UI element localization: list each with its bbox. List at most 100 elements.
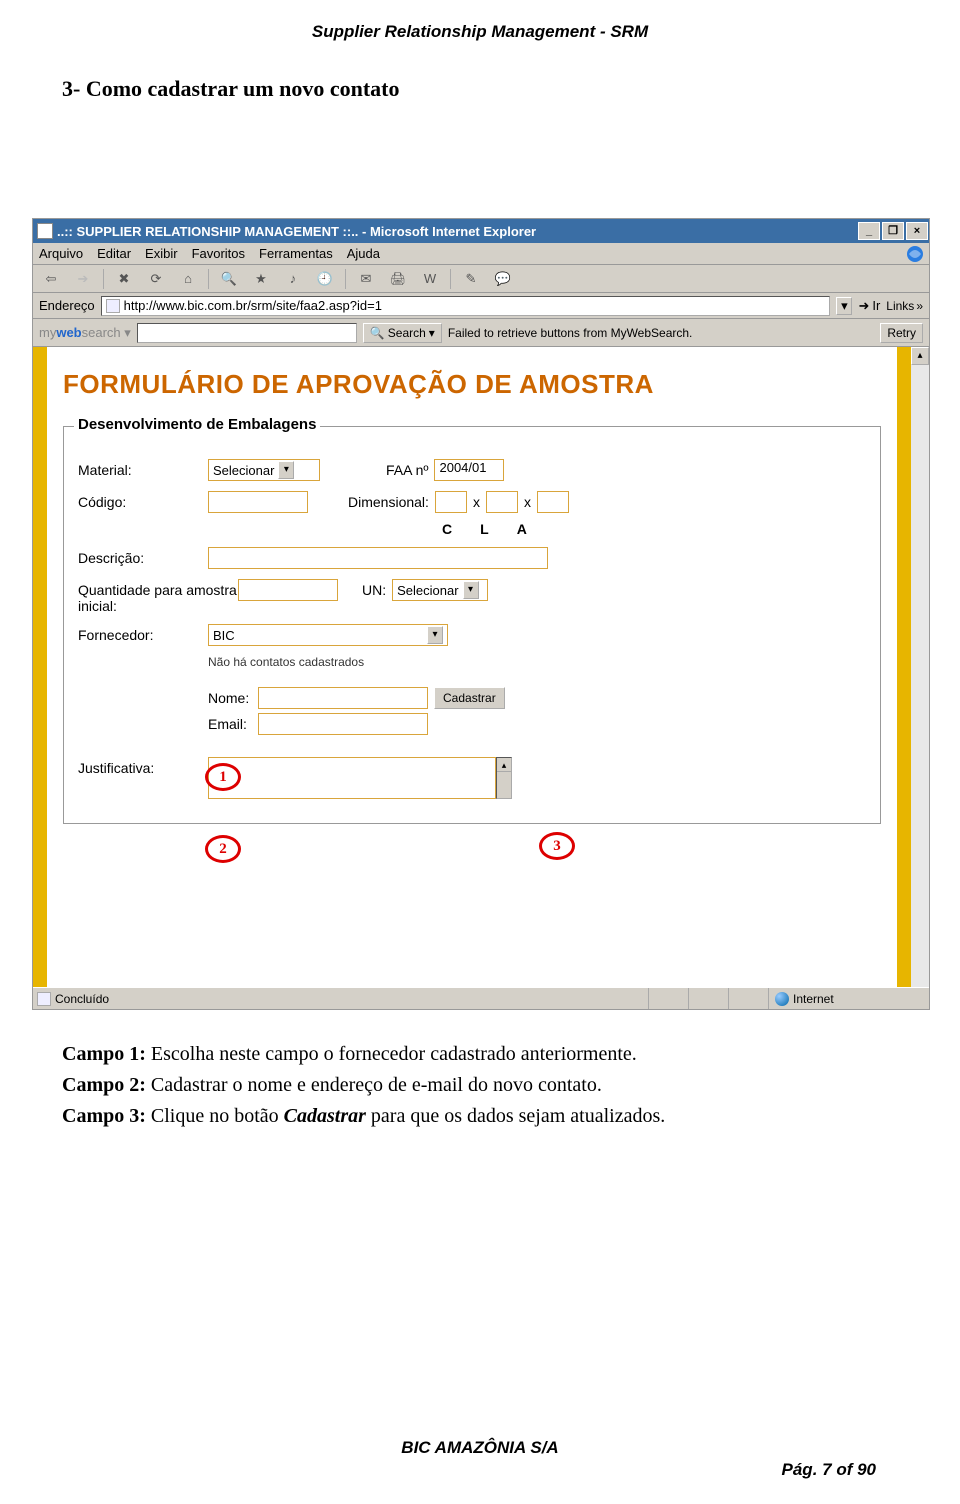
label-faa: FAA nº — [386, 462, 428, 478]
page-icon — [37, 992, 51, 1006]
fwd-button[interactable]: ➔ — [71, 268, 95, 290]
status-left: Concluído — [55, 992, 109, 1006]
home-button[interactable]: ⌂ — [176, 268, 200, 290]
dropdown-icon: ▾ — [427, 626, 443, 644]
no-contatos-text: Não há contatos cadastrados — [208, 655, 364, 669]
dim-l-input[interactable] — [486, 491, 518, 513]
campo2-label: Campo 2: — [62, 1074, 146, 1096]
titlebar: ..:: SUPPLIER RELATIONSHIP MANAGEMENT ::… — [33, 219, 929, 243]
maximize-button[interactable]: ❐ — [882, 222, 904, 240]
annotation-3: 3 — [539, 832, 575, 860]
history-icon[interactable]: 🕘 — [313, 268, 337, 290]
links-chevron-icon: » — [916, 299, 923, 313]
scroll-up-icon[interactable]: ▴ — [911, 347, 929, 365]
codigo-input[interactable] — [208, 491, 308, 513]
links-toolbar[interactable]: Links » — [886, 299, 923, 313]
go-icon: ➜ — [858, 298, 869, 314]
close-button[interactable]: × — [906, 222, 928, 240]
page-footer: BIC AMAZÔNIA S/A Pág. 7 of 90 — [0, 1438, 960, 1480]
right-accent-strip — [897, 347, 911, 987]
email-input[interactable] — [258, 713, 428, 735]
quantidade-input[interactable] — [238, 579, 338, 601]
search-icon: 🔍 — [370, 326, 385, 340]
campo2-text: Cadastrar o nome e endereço de e-mail do… — [146, 1074, 602, 1096]
scroll-up-icon[interactable]: ▴ — [497, 758, 511, 772]
search-icon[interactable]: 🔍 — [217, 268, 241, 290]
dropdown-icon: ▾ — [278, 461, 294, 479]
label-quantidade: Quantidade para amostra inicial: — [78, 579, 238, 614]
label-dimensional: Dimensional: — [348, 494, 429, 510]
page-icon — [106, 299, 120, 313]
menu-arquivo[interactable]: Arquivo — [39, 246, 83, 261]
favorites-icon[interactable]: ★ — [249, 268, 273, 290]
faa-input[interactable]: 2004/01 — [434, 459, 504, 481]
x1: x — [473, 494, 480, 510]
media-icon[interactable]: ♪ — [281, 268, 305, 290]
address-url: http://www.bic.com.br/srm/site/faa2.asp?… — [124, 298, 382, 313]
dropdown-icon: ▾ — [463, 581, 479, 599]
address-dropdown-icon[interactable]: ▾ — [836, 297, 852, 315]
window-title: ..:: SUPPLIER RELATIONSHIP MANAGEMENT ::… — [57, 224, 536, 239]
stop-button[interactable]: ✖ — [112, 268, 136, 290]
fieldset-legend: Desenvolvimento de Embalagens — [74, 416, 320, 433]
menu-editar[interactable]: Editar — [97, 246, 131, 261]
label-email: Email: — [208, 716, 252, 732]
status-right: Internet — [793, 992, 834, 1006]
back-button[interactable]: ⇦ — [39, 268, 63, 290]
x2: x — [524, 494, 531, 510]
w-icon[interactable]: W — [418, 268, 442, 290]
campo3-em: Cadastrar — [284, 1105, 366, 1127]
app-icon — [37, 223, 53, 239]
left-accent-strip — [33, 347, 47, 987]
edit-icon[interactable]: ✎ — [459, 268, 483, 290]
annotation-1: 1 — [205, 763, 241, 791]
label-codigo: Código: — [78, 491, 208, 510]
body-text: Campo 1: Escolha neste campo o fornecedo… — [62, 1040, 898, 1133]
campo1-text: Escolha neste campo o fornecedor cadastr… — [146, 1043, 637, 1065]
label-nome: Nome: — [208, 690, 252, 706]
mws-brand: mywebsearch ▾ — [39, 325, 131, 341]
refresh-button[interactable]: ⟳ — [144, 268, 168, 290]
mws-search-button[interactable]: 🔍 Search ▾ — [363, 323, 442, 343]
label-justificativa: Justificativa: — [78, 757, 208, 776]
descricao-input[interactable] — [208, 547, 548, 569]
label-descricao: Descrição: — [78, 547, 208, 566]
dim-c-input[interactable] — [435, 491, 467, 513]
nav-toolbar: ⇦ ➔ ✖ ⟳ ⌂ 🔍 ★ ♪ 🕘 ✉ 🖨 W ✎ 💬 — [33, 265, 929, 293]
mws-retry-button[interactable]: Retry — [880, 323, 923, 343]
dim-a-input[interactable] — [537, 491, 569, 513]
menu-favoritos[interactable]: Favoritos — [192, 246, 245, 261]
footer-company: BIC AMAZÔNIA S/A — [0, 1438, 960, 1458]
section-title: 3- Como cadastrar um novo contato — [0, 42, 960, 102]
label-c: C — [442, 521, 452, 537]
menu-ajuda[interactable]: Ajuda — [347, 246, 380, 261]
justificativa-textarea[interactable] — [208, 757, 496, 799]
label-fornecedor: Fornecedor: — [78, 624, 208, 643]
discuss-icon[interactable]: 💬 — [491, 268, 515, 290]
page-scrollbar[interactable]: ▴ — [911, 347, 929, 987]
material-select[interactable]: Selecionar ▾ — [208, 459, 320, 481]
campo3-text-b: para que os dados sejam atualizados. — [366, 1105, 665, 1127]
campo1-label: Campo 1: — [62, 1043, 146, 1065]
nome-input[interactable] — [258, 687, 428, 709]
chevron-down-icon: ▾ — [429, 326, 435, 340]
minimize-button[interactable]: _ — [858, 222, 880, 240]
label-l: L — [480, 521, 489, 537]
address-input[interactable]: http://www.bic.com.br/srm/site/faa2.asp?… — [101, 296, 831, 316]
campo3-label: Campo 3: — [62, 1105, 146, 1127]
fornecedor-select[interactable]: BIC ▾ — [208, 624, 448, 646]
address-label: Endereço — [39, 298, 95, 313]
menu-ferramentas[interactable]: Ferramentas — [259, 246, 333, 261]
print-icon[interactable]: 🖨 — [386, 268, 410, 290]
go-button[interactable]: ➜ Ir — [858, 298, 880, 314]
mws-fail-text: Failed to retrieve buttons from MyWebSea… — [448, 326, 875, 340]
globe-icon — [775, 992, 789, 1006]
menubar: Arquivo Editar Exibir Favoritos Ferramen… — [33, 243, 929, 265]
un-select[interactable]: Selecionar ▾ — [392, 579, 488, 601]
textarea-scrollbar[interactable]: ▴ — [496, 757, 512, 799]
cadastrar-button[interactable]: Cadastrar — [434, 687, 505, 709]
mail-icon[interactable]: ✉ — [354, 268, 378, 290]
menu-exibir[interactable]: Exibir — [145, 246, 178, 261]
form-title: FORMULÁRIO DE APROVAÇÃO DE AMOSTRA — [57, 347, 887, 414]
mws-search-input[interactable] — [137, 323, 357, 343]
